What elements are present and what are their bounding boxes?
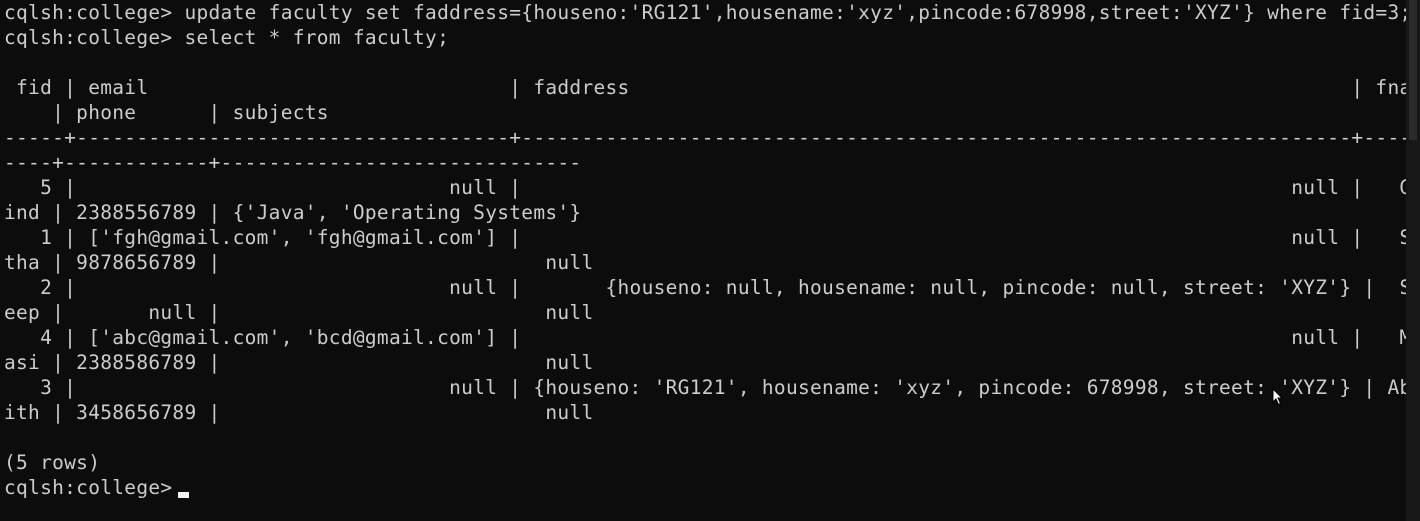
table-row: 1 | ['fgh@gmail.com', 'fgh@gmail.com'] |… <box>4 226 1406 249</box>
table-header-line: fid | email | faddress | fname <box>4 76 1406 99</box>
select-command-line: cqlsh:college> select * from faculty; <box>4 26 450 49</box>
table-row: 2 | null | {houseno: null, housename: nu… <box>4 276 1406 299</box>
terminal-window[interactable]: cqlsh:college> update faculty set faddre… <box>0 0 1420 521</box>
table-separator-wrap-line: ----+------------+----------------------… <box>4 151 582 174</box>
vertical-scrollbar[interactable] <box>1406 0 1420 521</box>
table-separator-line: -----+----------------------------------… <box>4 126 1406 149</box>
row-count-line: (5 rows) <box>4 451 101 474</box>
prompt-line[interactable]: cqlsh:college> <box>4 475 1406 500</box>
table-header-wrap-line: | phone | subjects <box>4 101 329 124</box>
table-row-wrap: ith | 3458656789 | null <box>4 401 594 424</box>
table-row: 3 | null | {houseno: 'RG121', housename:… <box>4 376 1406 399</box>
update-command-line: cqlsh:college> update faculty set faddre… <box>4 1 1406 24</box>
table-row-wrap: asi | 2388586789 | null <box>4 351 594 374</box>
mouse-pointer-icon <box>1272 388 1284 406</box>
table-row-wrap: ind | 2388556789 | {'Java', 'Operating S… <box>4 201 582 224</box>
text-cursor <box>178 492 189 498</box>
table-row-wrap: tha | 9878656789 | null <box>4 251 594 274</box>
table-row: 4 | ['abc@gmail.com', 'bcd@gmail.com'] |… <box>4 326 1406 349</box>
table-row: 5 | null | null | Gov <box>4 176 1406 199</box>
scrollbar-thumb[interactable] <box>1409 0 1417 140</box>
table-row-wrap: eep | null | null <box>4 301 594 324</box>
